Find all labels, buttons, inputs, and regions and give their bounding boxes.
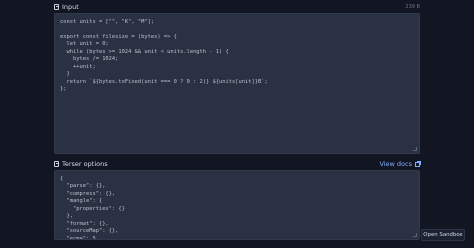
input-panel-title: Input bbox=[62, 3, 79, 11]
view-docs-link[interactable]: View docs bbox=[379, 160, 421, 168]
input-editor[interactable]: const units = ["", "K", "M"]; export con… bbox=[54, 13, 420, 154]
terser-panel-title: Terser options bbox=[62, 160, 108, 168]
open-sandbox-button[interactable]: Open Sandbox bbox=[421, 229, 465, 241]
resize-handle-icon[interactable] bbox=[413, 147, 417, 151]
file-icon bbox=[54, 161, 59, 167]
file-icon bbox=[54, 4, 59, 10]
input-size: 239 B bbox=[405, 4, 420, 10]
input-panel-header: Input 239 B bbox=[54, 1, 420, 13]
terser-options-editor[interactable]: { "parse": {}, "compress": {}, "mangle":… bbox=[54, 170, 420, 240]
terser-options-code[interactable]: { "parse": {}, "compress": {}, "mangle":… bbox=[60, 176, 414, 239]
input-code[interactable]: const units = ["", "K", "M"]; export con… bbox=[60, 19, 414, 94]
resize-handle-icon[interactable] bbox=[413, 233, 417, 237]
terser-panel-header: Terser options View docs bbox=[54, 158, 421, 170]
view-docs-label: View docs bbox=[379, 160, 412, 168]
external-link-icon bbox=[415, 160, 421, 167]
